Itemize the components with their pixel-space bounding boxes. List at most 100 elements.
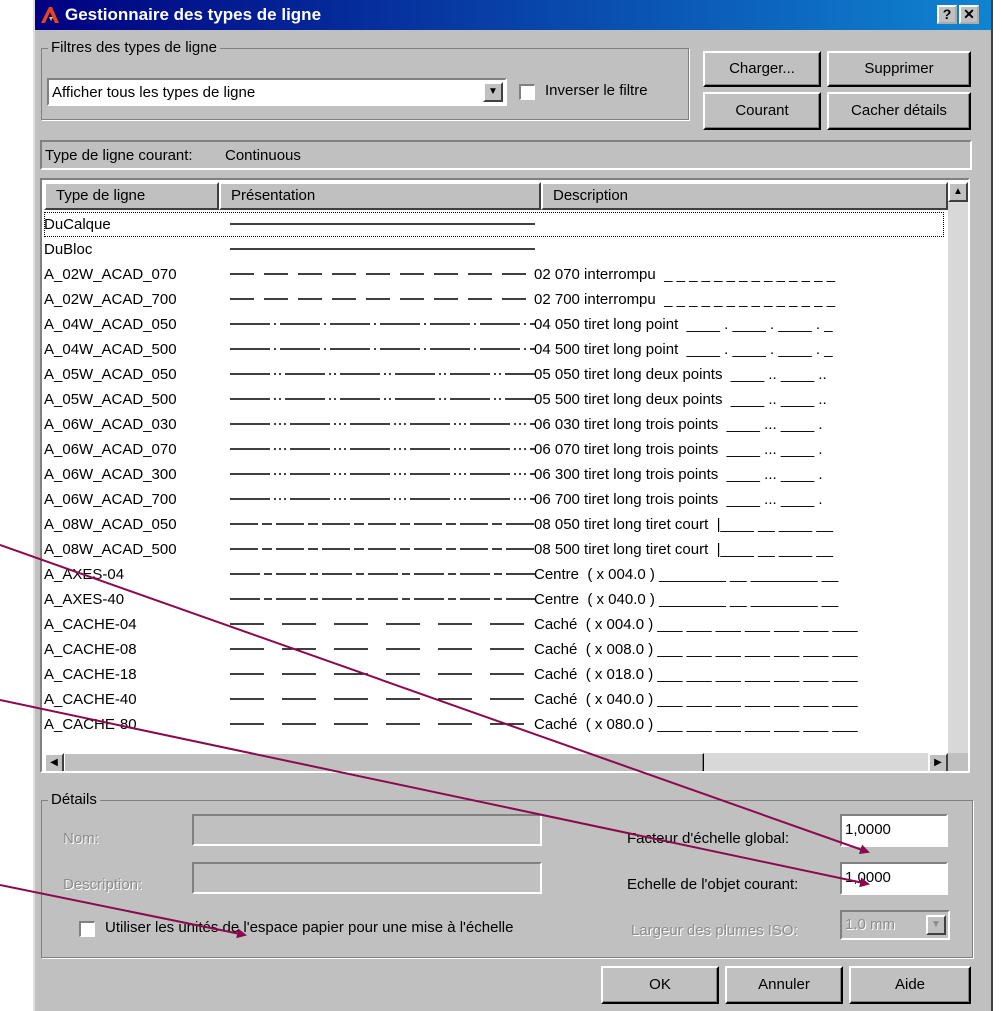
list-item[interactable]: A_CACHE-40 Caché ( x 040.0 ) ___ ___ ___ … — [44, 687, 944, 712]
global-scale-input[interactable]: 1,0000 — [840, 814, 948, 847]
delete-button-label: Supprimer — [864, 60, 934, 77]
linetype-name: A_08W_ACAD_500 — [44, 541, 177, 558]
load-button[interactable]: Charger... — [703, 51, 821, 87]
linetype-name: A_CACHE-80 — [44, 716, 137, 733]
linetype-name: A_AXES-40 — [44, 591, 125, 608]
ok-button-label: OK — [649, 976, 671, 993]
filter-dropdown-value: Afficher tous les types de ligne — [52, 84, 256, 101]
linetype-name: A_CACHE-40 — [44, 691, 137, 708]
list-item[interactable]: A_06W_ACAD_300 06 300 tiret long trois po… — [44, 462, 944, 487]
list-item[interactable]: A_06W_ACAD_700 06 700 tiret long trois po… — [44, 487, 944, 512]
title-bar[interactable]: Gestionnaire des types de ligne ? ✕ — [35, 0, 991, 30]
help-button[interactable]: Aide — [849, 966, 971, 1004]
linetype-name: A_AXES-04 — [44, 566, 125, 583]
cancel-button[interactable]: Annuler — [725, 966, 843, 1004]
linetype-name: A_05W_ACAD_050 — [44, 366, 177, 383]
ok-button[interactable]: OK — [601, 966, 719, 1004]
hide-details-button-label: Cacher détails — [851, 102, 947, 119]
invert-filter-label[interactable]: Inverser le filtre — [545, 82, 648, 99]
global-scale-label: Facteur d'échelle global: — [627, 830, 790, 847]
linetype-description: Caché ( x 018.0 ) ___ ___ ___ ___ ___ __… — [534, 666, 858, 683]
linetype-name: A_04W_ACAD_500 — [44, 341, 177, 358]
filters-group-label: Filtres des types de ligne — [48, 39, 220, 56]
linetype-description: 04 050 tiret long point ____ . ____ . __… — [534, 316, 833, 333]
paper-units-label[interactable]: Utiliser les unités de l'espace papier p… — [105, 919, 513, 936]
linetype-description: Centre ( x 040.0 ) ________ __ ________ … — [534, 591, 839, 608]
list-item[interactable]: A_08W_ACAD_050 08 050 tiret long tiret co… — [44, 512, 944, 537]
linetype-preview — [230, 448, 535, 450]
list-item[interactable]: A_06W_ACAD_070 06 070 tiret long trois po… — [44, 437, 944, 462]
list-item[interactable]: A_05W_ACAD_500 05 500 tiret long deux poi… — [44, 387, 944, 412]
current-button[interactable]: Courant — [703, 92, 821, 130]
linetype-preview — [230, 473, 535, 475]
close-button[interactable]: ✕ — [959, 5, 979, 24]
linetype-preview — [230, 723, 535, 725]
scroll-up-icon[interactable]: ▲ — [948, 182, 968, 202]
list-item[interactable]: A_AXES-04 Centre ( x 004.0 ) ________ __ … — [44, 562, 944, 587]
list-item[interactable]: A_05W_ACAD_050 05 050 tiret long deux poi… — [44, 362, 944, 387]
dropdown-arrow-icon[interactable]: ▼ — [483, 82, 503, 102]
list-item[interactable]: A_CACHE-18 Caché ( x 018.0 ) ___ ___ ___ … — [44, 662, 944, 687]
linetype-preview — [230, 373, 535, 375]
hide-details-button[interactable]: Cacher détails — [827, 92, 971, 130]
column-header-presentation[interactable]: Présentation — [219, 182, 541, 210]
list-item[interactable]: A_AXES-40 Centre ( x 040.0 ) ________ __ … — [44, 587, 944, 612]
details-group-label: Détails — [48, 791, 100, 808]
list-item[interactable]: A_08W_ACAD_500 08 500 tiret long tiret co… — [44, 537, 944, 562]
help-title-button[interactable]: ? — [937, 5, 957, 24]
list-item[interactable]: A_CACHE-04 Caché ( x 004.0 ) ___ ___ ___ … — [44, 612, 944, 637]
linetype-name: A_04W_ACAD_050 — [44, 316, 177, 333]
linetype-name: A_CACHE-08 — [44, 641, 137, 658]
linetype-preview — [230, 298, 535, 300]
current-button-label: Courant — [735, 102, 789, 119]
linetype-manager-dialog: Gestionnaire des types de ligne ? ✕ Filt… — [33, 0, 993, 1011]
window-title: Gestionnaire des types de ligne — [65, 5, 322, 24]
linetype-name: A_06W_ACAD_300 — [44, 466, 177, 483]
list-item[interactable]: A_02W_ACAD_070 02 070 interrompu _ _ _ _ … — [44, 262, 944, 287]
linetype-name: A_CACHE-04 — [44, 616, 137, 633]
horizontal-scroll-thumb[interactable] — [64, 753, 704, 771]
linetype-description: Caché ( x 040.0 ) ___ ___ ___ ___ ___ __… — [534, 691, 858, 708]
linetype-description: 08 050 tiret long tiret court |____ __ _… — [534, 516, 834, 533]
linetype-description: Caché ( x 080.0 ) ___ ___ ___ ___ ___ __… — [534, 716, 858, 733]
linetype-description: 06 070 tiret long trois points ____ ... … — [534, 441, 823, 458]
linetype-description: 02 070 interrompu _ _ _ _ _ _ _ _ _ _ _ … — [534, 266, 836, 283]
filter-dropdown[interactable]: Afficher tous les types de ligne ▼ — [47, 78, 507, 106]
paper-units-checkbox[interactable] — [79, 921, 95, 937]
pen-width-dropdown: 1.0 mm ▼ — [840, 910, 950, 940]
linetype-name: A_02W_ACAD_070 — [44, 266, 177, 283]
object-scale-label: Echelle de l'objet courant: — [627, 876, 799, 893]
linetype-preview — [230, 423, 535, 425]
list-item[interactable]: A_06W_ACAD_030 06 030 tiret long trois po… — [44, 412, 944, 437]
linetype-list[interactable]: Type de ligne Présentation Description D… — [40, 178, 970, 773]
list-item[interactable]: A_CACHE-80 Caché ( x 080.0 ) ___ ___ ___ … — [44, 712, 944, 737]
column-header-linetype[interactable]: Type de ligne — [44, 182, 219, 210]
scroll-left-icon[interactable]: ◀ — [44, 753, 64, 771]
list-item[interactable]: A_CACHE-08 Caché ( x 008.0 ) ___ ___ ___ … — [44, 637, 944, 662]
vertical-scrollbar[interactable]: ▲ — [948, 182, 968, 753]
linetype-description: Centre ( x 004.0 ) ________ __ ________ … — [534, 566, 839, 583]
horizontal-scrollbar[interactable]: ◀ ▶ — [44, 753, 948, 771]
linetype-name: A_CACHE-18 — [44, 666, 137, 683]
linetype-name: A_06W_ACAD_070 — [44, 441, 177, 458]
list-item[interactable]: A_04W_ACAD_500 04 500 tiret long point __… — [44, 337, 944, 362]
column-header-description[interactable]: Description — [541, 182, 948, 210]
linetype-name: A_06W_ACAD_030 — [44, 416, 177, 433]
list-item[interactable]: A_04W_ACAD_050 04 050 tiret long point __… — [44, 312, 944, 337]
list-item[interactable]: DuBloc — [44, 237, 944, 262]
linetype-preview — [230, 323, 535, 325]
linetype-preview — [230, 348, 535, 350]
scroll-right-icon[interactable]: ▶ — [928, 753, 948, 771]
object-scale-input[interactable]: 1,0000 — [840, 862, 948, 895]
delete-button[interactable]: Supprimer — [827, 51, 971, 87]
name-label: Nom: — [63, 830, 99, 847]
linetype-name: DuBloc — [44, 241, 93, 258]
linetype-description: 08 500 tiret long tiret court |____ __ _… — [534, 541, 834, 558]
name-field — [192, 814, 542, 846]
pen-width-arrow-icon: ▼ — [926, 915, 946, 935]
linetype-description: 02 700 interrompu _ _ _ _ _ _ _ _ _ _ _ … — [534, 291, 836, 308]
linetype-description: Caché ( x 008.0 ) ___ ___ ___ ___ ___ __… — [534, 641, 858, 658]
list-item[interactable]: A_02W_ACAD_700 02 700 interrompu _ _ _ _ … — [44, 287, 944, 312]
invert-filter-checkbox[interactable] — [519, 84, 535, 100]
list-item[interactable]: DuCalque — [44, 212, 944, 237]
